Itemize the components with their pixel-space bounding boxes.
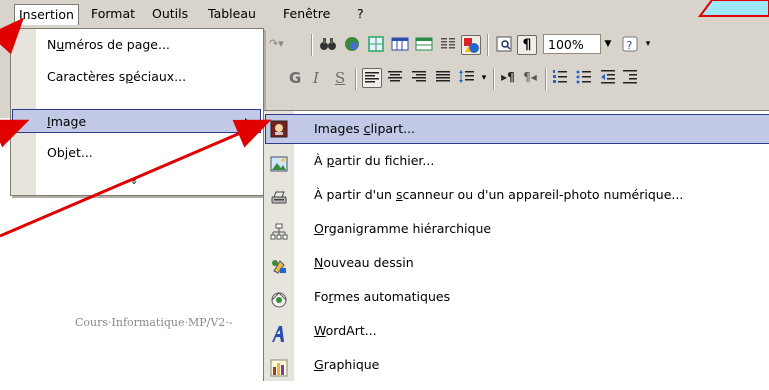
arrow-to-image-item xyxy=(0,119,30,148)
corner-highlight-shape xyxy=(698,0,769,17)
annotation-arrows xyxy=(0,0,769,238)
arrow-to-insertion-menu xyxy=(0,17,25,55)
arrow-to-clipart-item xyxy=(0,119,272,238)
